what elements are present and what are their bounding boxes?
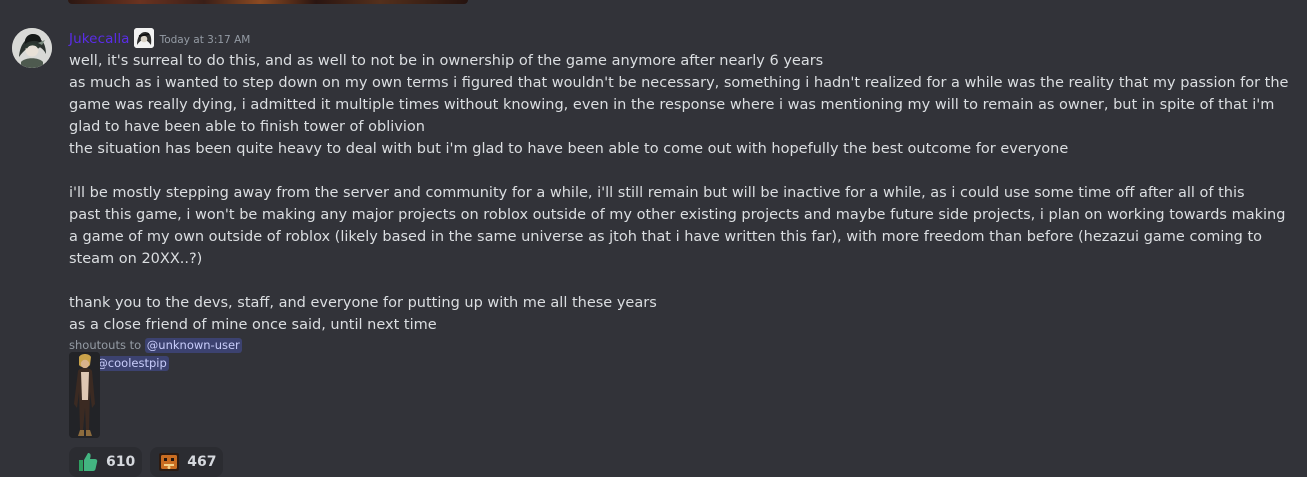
thumbs-up-icon-svg	[79, 453, 98, 471]
message-paragraph: as a close friend of mine once said, unt…	[69, 317, 437, 333]
message-paragraph: thank you to the devs, staff, and everyo…	[69, 295, 657, 311]
previous-image-attachment[interactable]	[68, 0, 468, 4]
user-mention[interactable]: @coolestpip	[94, 356, 169, 371]
reactions-bar: 610 467	[69, 447, 224, 477]
role-icon-image	[133, 28, 154, 48]
custom-emoji-icon	[157, 450, 181, 474]
reaction-thumbs-up[interactable]: 610	[69, 447, 143, 477]
message-paragraph: the situation has been quite heavy to de…	[69, 141, 1069, 157]
message-paragraph: i'll be mostly stepping away from the se…	[69, 185, 1245, 201]
subtext-label: shoutouts to	[69, 338, 142, 352]
message-header: Jukecalla Today at 3:17 AM	[69, 28, 250, 50]
thumbs-up-icon	[76, 450, 100, 474]
avatar-image	[12, 28, 52, 68]
subtext-shoutouts: shoutouts to @unknown-user	[69, 336, 1294, 354]
image-attachment[interactable]	[69, 352, 100, 438]
character-image	[69, 352, 100, 438]
reaction-count: 467	[187, 454, 217, 470]
role-icon[interactable]	[133, 28, 154, 48]
message-paragraph: past this game, i won't be making any ma…	[69, 207, 1291, 267]
reaction-count: 610	[106, 454, 136, 470]
custom-emoji-icon-svg	[159, 453, 180, 471]
reaction-custom-emoji[interactable]: 467	[150, 447, 224, 477]
message-paragraph: as much as i wanted to step down on my o…	[69, 75, 1294, 135]
username[interactable]: Jukecalla	[69, 29, 130, 49]
subtext-and: and @coolestpip	[69, 354, 1294, 372]
user-mention[interactable]: @unknown-user	[144, 338, 242, 353]
timestamp: Today at 3:17 AM	[159, 34, 251, 46]
avatar[interactable]	[12, 28, 52, 68]
message-paragraph: well, it's surreal to do this, and as we…	[69, 53, 824, 69]
message-content: well, it's surreal to do this, and as we…	[69, 50, 1294, 372]
